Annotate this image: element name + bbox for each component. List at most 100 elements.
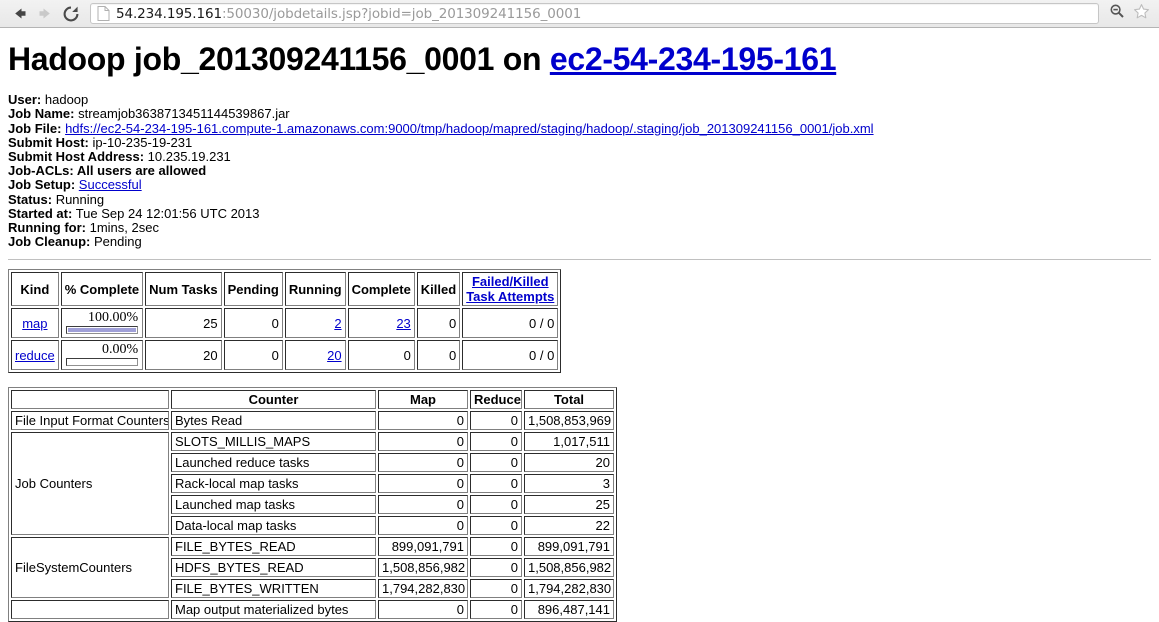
job-meta-value: ip-10-235-19-231 bbox=[92, 134, 193, 150]
job-meta-value: 1mins, 2sec bbox=[89, 220, 159, 236]
zoom-out-magnifier-icon bbox=[1109, 3, 1125, 24]
job-meta-row: Job File: hdfs://ec2-54-234-195-161.comp… bbox=[8, 121, 1151, 136]
column-header: Counter bbox=[171, 390, 376, 410]
running-cell: 2 bbox=[284, 308, 346, 339]
percent-complete-label: 100.00% bbox=[87, 310, 139, 326]
task-kind-cell: reduce bbox=[11, 340, 59, 371]
reload-icon bbox=[62, 5, 80, 23]
pending-cell: 0 bbox=[223, 340, 283, 371]
job-meta-row: Status: Running bbox=[8, 191, 1151, 207]
column-header: Killed bbox=[416, 272, 461, 307]
url-path: :50030/jobdetails.jsp?jobid=job_20130924… bbox=[221, 5, 582, 22]
counter-reduce-value: 0 bbox=[470, 558, 522, 578]
num-tasks-cell: 25 bbox=[145, 308, 222, 339]
counter-name-cell: Launched map tasks bbox=[171, 495, 376, 515]
column-header: Total bbox=[524, 390, 614, 410]
column-header: Pending bbox=[223, 272, 283, 307]
counter-name-cell: Rack-local map tasks bbox=[171, 474, 376, 494]
bookmark-star-icon bbox=[1133, 3, 1150, 25]
job-meta-link[interactable]: hdfs://ec2-54-234-195-161.compute-1.amaz… bbox=[65, 121, 873, 136]
counter-name-cell: FILE_BYTES_WRITTEN bbox=[171, 579, 376, 599]
counter-reduce-value: 0 bbox=[470, 537, 522, 557]
job-meta-label: Started at: bbox=[8, 205, 73, 221]
job-meta-label: Running for: bbox=[8, 220, 86, 236]
failed-killed-cell: 0 / 0 bbox=[462, 340, 559, 371]
complete-cell: 23 bbox=[347, 308, 415, 339]
job-meta-row: Job Setup: Successful bbox=[8, 178, 1151, 192]
omnibox-actions bbox=[1103, 3, 1153, 25]
job-meta-value: Tue Sep 24 12:01:56 UTC 2013 bbox=[75, 205, 260, 221]
job-meta-label: Job Name: bbox=[8, 106, 75, 122]
counter-reduce-value: 0 bbox=[470, 600, 522, 620]
counter-map-value: 0 bbox=[378, 411, 468, 431]
job-meta-row: Job-ACLs: All users are allowed bbox=[8, 164, 1151, 178]
job-meta-link[interactable]: Successful bbox=[79, 177, 142, 192]
column-header: Map bbox=[378, 390, 468, 410]
job-meta-label: Submit Host Address: bbox=[8, 149, 145, 164]
counter-map-value: 0 bbox=[378, 600, 468, 620]
address-bar[interactable]: 54.234.195.161:50030/jobdetails.jsp?jobi… bbox=[90, 3, 1099, 24]
column-header: Reduce bbox=[470, 390, 522, 410]
column-header: Complete bbox=[347, 272, 415, 307]
counter-total-value: 1,794,282,830 bbox=[524, 579, 614, 599]
job-metadata: User: hadoop Job Name: streamjob363871345… bbox=[8, 93, 1151, 249]
table-header-row: Kind% Complete Num Tasks Pending Running Com… bbox=[11, 272, 559, 307]
bookmark-button[interactable] bbox=[1129, 3, 1153, 25]
counter-map-value: 0 bbox=[378, 495, 468, 515]
zoom-out-button[interactable] bbox=[1105, 3, 1129, 25]
complete-cell: 0 bbox=[347, 340, 415, 371]
counter-group-cell: FileSystemCounters bbox=[11, 537, 169, 599]
progress-bar bbox=[65, 358, 139, 367]
counter-reduce-value: 0 bbox=[470, 432, 522, 452]
job-meta-value: 10.235.19.231 bbox=[147, 149, 231, 164]
tracker-host-link[interactable]: ec2-54-234-195-161 bbox=[550, 41, 837, 77]
job-meta-value: hadoop bbox=[44, 92, 89, 108]
counter-total-value: 1,508,856,982 bbox=[524, 558, 614, 578]
counter-name-cell: SLOTS_MILLIS_MAPS bbox=[171, 432, 376, 452]
job-meta-row: Running for: 1mins, 2sec bbox=[8, 220, 1151, 236]
section-divider bbox=[8, 259, 1151, 262]
table-header-row: Counter Map Reduce Total bbox=[11, 390, 614, 410]
column-header: Kind bbox=[11, 272, 59, 307]
counter-group-cell: Job Counters bbox=[11, 432, 169, 536]
forward-arrow-icon bbox=[37, 5, 54, 22]
back-arrow-icon bbox=[11, 5, 28, 22]
job-meta-label: Status: bbox=[8, 191, 53, 207]
forward-button[interactable] bbox=[32, 2, 58, 26]
percent-complete-cell: 100.00% bbox=[60, 308, 144, 339]
task-kind-link[interactable]: reduce bbox=[15, 348, 55, 363]
counter-map-value: 0 bbox=[378, 453, 468, 473]
job-meta-label: Job Setup: bbox=[8, 177, 76, 193]
complete-cell-link[interactable]: 23 bbox=[396, 316, 410, 331]
column-header: Running bbox=[284, 272, 346, 307]
browser-toolbar: 54.234.195.161:50030/jobdetails.jsp?jobi… bbox=[0, 0, 1159, 28]
num-tasks-cell: 20 bbox=[145, 340, 222, 371]
table-row: FileSystemCounters FILE_BYTES_READ 899,091… bbox=[11, 537, 614, 599]
job-meta-row: Submit Host Address: 10.235.19.231 bbox=[8, 149, 1151, 164]
task-summary-table: Kind% Complete Num Tasks Pending Running Com… bbox=[8, 269, 562, 374]
running-cell-link[interactable]: 2 bbox=[334, 316, 341, 331]
task-kind-link[interactable]: map bbox=[22, 316, 47, 331]
running-cell-link[interactable]: 20 bbox=[327, 348, 341, 363]
counter-map-value: 0 bbox=[378, 432, 468, 452]
table-row: map 100.00% 25 0 2 23 0 0 / 0 bbox=[11, 308, 559, 339]
failed-killed-header-link[interactable]: Failed/Killed Task Attempts bbox=[466, 274, 554, 304]
killed-cell: 0 bbox=[416, 308, 461, 339]
counter-group-cell: File Input Format Counters bbox=[11, 411, 169, 431]
counter-map-value: 0 bbox=[378, 516, 468, 536]
column-header-blank bbox=[11, 390, 169, 410]
counter-map-value: 1,794,282,830 bbox=[378, 579, 468, 599]
page-title-text: Hadoop job_201309241156_0001 on bbox=[8, 41, 550, 77]
job-meta-label: User: bbox=[8, 92, 42, 108]
progress-bar bbox=[65, 326, 139, 335]
counters-table: Counter Map Reduce Total File Input Format … bbox=[8, 387, 617, 622]
percent-complete-label: 0.00% bbox=[101, 342, 139, 358]
back-button[interactable] bbox=[6, 2, 32, 26]
running-cell: 20 bbox=[284, 340, 346, 371]
reload-button[interactable] bbox=[58, 2, 84, 26]
url-text: 54.234.195.161:50030/jobdetails.jsp?jobi… bbox=[116, 6, 581, 22]
page-document-icon bbox=[97, 6, 110, 21]
counter-group-cell bbox=[11, 600, 169, 620]
page-title: Hadoop job_201309241156_0001 on ec2-54-2… bbox=[8, 41, 1151, 77]
counter-total-value: 1,508,853,969 bbox=[524, 411, 614, 431]
